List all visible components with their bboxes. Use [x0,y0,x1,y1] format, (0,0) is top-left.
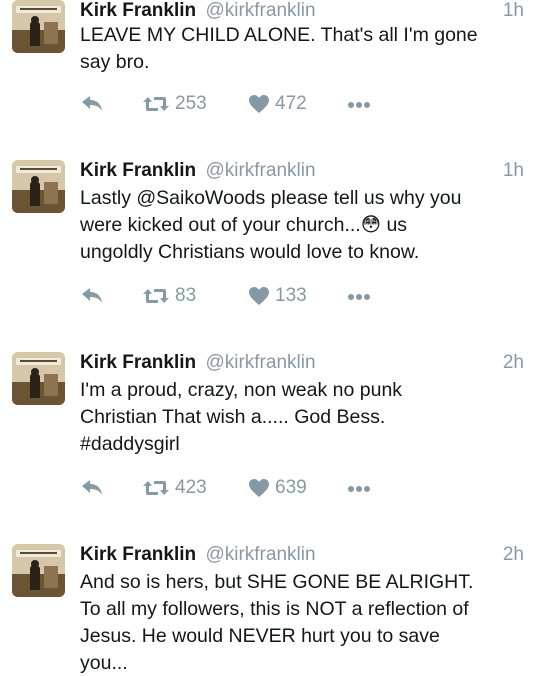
tweet-header: Kirk Franklin @kirkfranklin 2h [80,351,524,375]
reply-button[interactable] [80,476,104,500]
reply-icon [80,94,104,114]
tweet-time[interactable]: 1h [503,0,524,23]
tweet-text: And so is hers, but SHE GONE BE ALRIGHT.… [80,571,474,674]
heart-icon [248,478,270,498]
retweet-icon [142,286,170,306]
avatar-image [12,0,65,53]
retweet-button[interactable]: 253 [142,92,207,116]
more-icon [346,478,372,498]
author-name[interactable]: Kirk Franklin [80,160,196,181]
like-button[interactable]: 639 [248,476,307,500]
retweet-icon [142,478,170,498]
heart-icon [248,94,270,114]
more-button[interactable] [346,476,372,500]
avatar[interactable] [12,544,65,597]
like-count: 133 [275,285,307,306]
tweet-actions: 423 639 [80,476,400,500]
tweet[interactable]: Kirk Franklin @kirkfranklin 1h Lastly @S… [0,139,540,332]
tweet-feed: Kirk Franklin @kirkfranklin 1h LEAVE MY … [0,0,540,676]
avatar[interactable] [12,160,65,213]
retweet-count: 83 [175,285,197,306]
more-icon [346,286,372,306]
more-button[interactable] [346,284,372,308]
like-button[interactable]: 472 [248,92,307,116]
more-icon [346,94,372,114]
tweet[interactable]: Kirk Franklin @kirkfranklin 2h And so is… [0,523,540,676]
like-count: 472 [275,93,307,114]
tweet-text: I'm a proud, crazy, non weak no punk Chr… [80,379,403,455]
tweet-text: LEAVE MY CHILD ALONE. That's all I'm gon… [80,24,478,73]
tweet[interactable]: Kirk Franklin @kirkfranklin 2h I'm a pro… [0,331,540,524]
tweet-time[interactable]: 2h [503,543,524,567]
tweet-actions: 253 472 [80,92,400,116]
tweet-header: Kirk Franklin @kirkfranklin 1h [80,159,524,183]
tweet-time[interactable]: 1h [503,159,524,183]
tweet[interactable]: Kirk Franklin @kirkfranklin 1h LEAVE MY … [0,0,540,140]
like-button[interactable]: 133 [248,284,307,308]
avatar[interactable] [12,352,65,405]
retweet-icon [142,94,170,114]
reply-button[interactable] [80,92,104,116]
retweet-button[interactable]: 83 [142,284,196,308]
tweet-text: Lastly @SaikoWoods please tell us why yo… [80,187,462,263]
reply-button[interactable] [80,284,104,308]
reply-icon [80,286,104,306]
avatar-image [12,544,65,597]
like-count: 639 [275,477,307,498]
author-handle[interactable]: @kirkfranklin [205,160,315,181]
tweet-header: Kirk Franklin @kirkfranklin 1h [80,0,524,23]
avatar-image [12,160,65,213]
reply-icon [80,478,104,498]
tweet-actions: 83 133 [80,284,400,308]
tweet-time[interactable]: 2h [503,351,524,375]
avatar-image [12,352,65,405]
author-name[interactable]: Kirk Franklin [80,0,196,21]
author-name[interactable]: Kirk Franklin [80,352,196,373]
author-handle[interactable]: @kirkfranklin [205,352,315,373]
heart-icon [248,286,270,306]
retweet-count: 253 [175,93,207,114]
avatar[interactable] [12,0,65,53]
retweet-count: 423 [175,477,207,498]
author-handle[interactable]: @kirkfranklin [205,0,315,21]
tweet-header: Kirk Franklin @kirkfranklin 2h [80,543,524,567]
author-handle[interactable]: @kirkfranklin [205,544,315,565]
retweet-button[interactable]: 423 [142,476,207,500]
author-name[interactable]: Kirk Franklin [80,544,196,565]
more-button[interactable] [346,92,372,116]
